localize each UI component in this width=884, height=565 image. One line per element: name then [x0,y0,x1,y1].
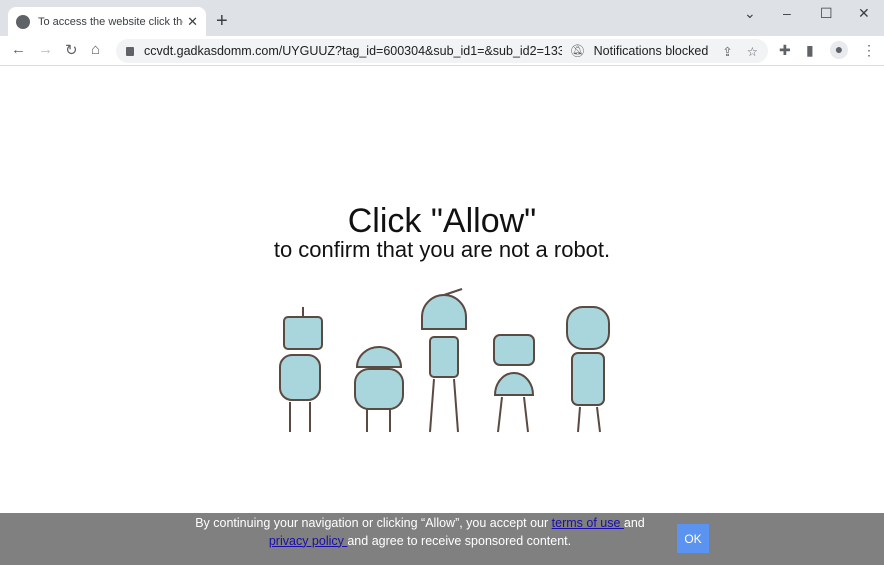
consent-banner: By continuing your navigation or clickin… [0,513,884,565]
url-text[interactable]: ccvdt.gadkasdomm.com/UYGUUZ?tag_id=60030… [144,44,562,58]
page-heading: Click "Allow" [347,202,537,240]
robot-icon [279,307,323,432]
reload-icon[interactable]: ↻ [65,41,78,59]
tab-search-icon[interactable]: ⌄ [744,5,756,22]
page-subheading: to confirm that you are not a robot. [273,237,611,262]
consent-text-part: and agree to receive sponsored content. [347,533,572,548]
bell-off-icon[interactable]: 🔕︎ [570,44,586,59]
notifications-blocked-chip[interactable]: Notifications blocked [594,44,709,58]
page-content: Click "Allow" to confirm that you are no… [0,67,884,513]
robots-illustration [279,288,610,433]
browser-tab[interactable]: To access the website click the "Allow" … [8,7,206,36]
robot-icon [354,346,404,432]
side-panel-icon[interactable]: ▮ [806,42,814,59]
close-icon[interactable]: ✕ [187,14,198,30]
title-bar: To access the website click the "Allow" … [0,0,884,36]
puzzle-icon[interactable]: ✚ [779,42,791,59]
terms-of-use-link[interactable]: terms of use [552,516,624,530]
window-close-icon[interactable]: ✕ [858,5,870,22]
toolbar: ← → ↻ ⌂ ccvdt.gadkasdomm.com/UYGUUZ?tag_… [0,36,884,66]
menu-icon[interactable]: ⋮ [862,42,876,59]
tab-title: To access the website click the "Allow" [38,15,183,28]
star-icon[interactable]: ☆ [747,44,758,59]
back-icon[interactable]: ← [11,41,26,58]
minimize-icon[interactable]: – [783,5,791,21]
consent-text: By continuing your navigation or clickin… [180,515,660,550]
consent-text-part: and [623,516,645,530]
plus-icon[interactable]: + [216,10,228,33]
consent-text-part: By continuing your navigation or clickin… [195,516,552,530]
robot-icon [421,288,467,433]
lock-icon[interactable] [126,46,134,56]
address-bar[interactable]: ccvdt.gadkasdomm.com/UYGUUZ?tag_id=60030… [116,39,768,63]
robot-icon [566,306,610,433]
ok-button[interactable]: OK [677,524,709,553]
privacy-policy-link[interactable]: privacy policy [269,534,348,548]
robot-icon [493,334,535,433]
share-icon[interactable]: ⇪ [722,44,732,59]
forward-icon[interactable]: → [38,41,53,58]
home-icon[interactable]: ⌂ [91,41,100,58]
profile-icon[interactable]: ● [830,41,848,59]
maximize-icon[interactable]: ☐ [820,5,833,22]
globe-icon [16,14,30,29]
